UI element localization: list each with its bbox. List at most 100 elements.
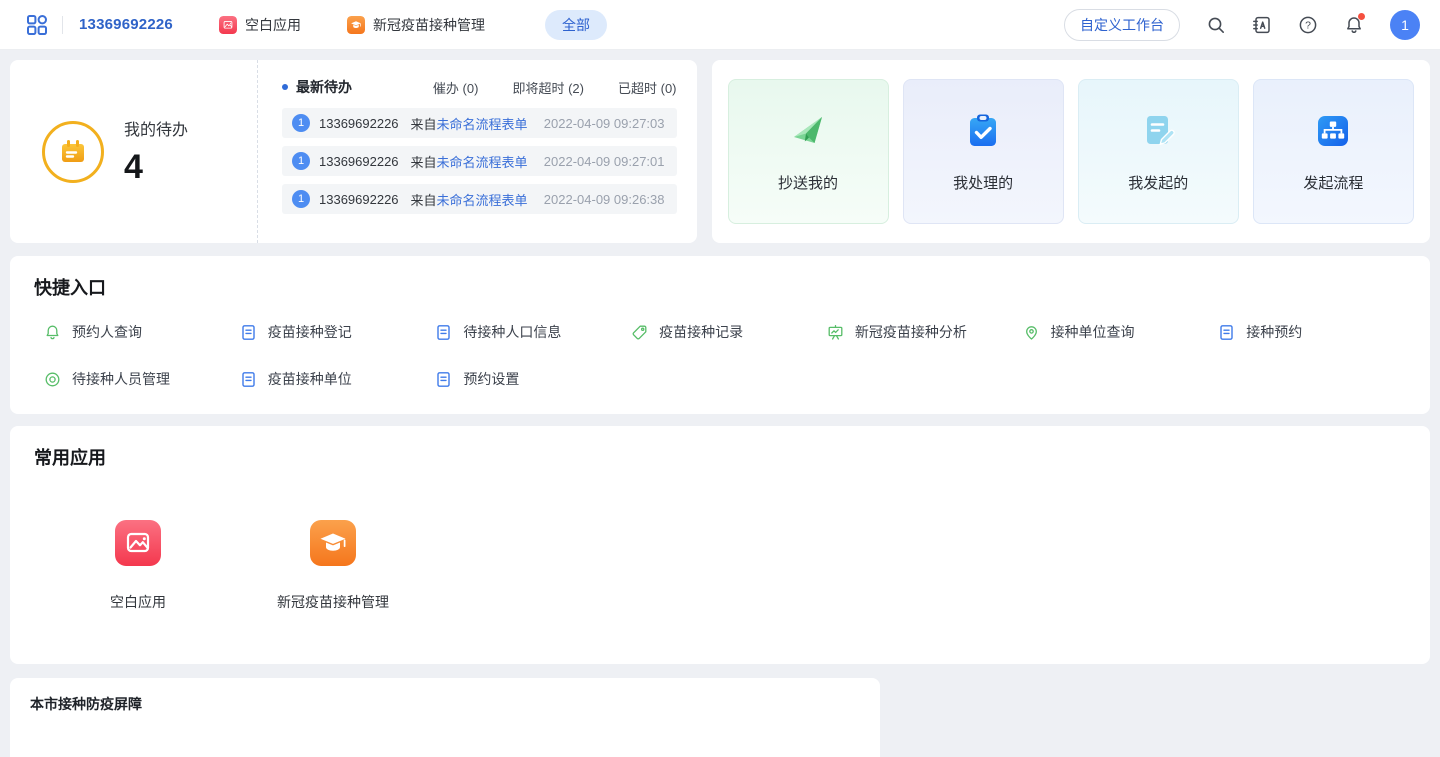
apps-grid-icon[interactable] xyxy=(26,14,48,36)
quick-entry-item[interactable]: 新冠疫苗接种分析 xyxy=(827,322,1023,342)
topbar-app-shortcut[interactable]: 空白应用 xyxy=(219,15,301,35)
todo-summary[interactable]: 我的待办 4 xyxy=(10,60,258,243)
svg-text:?: ? xyxy=(1305,19,1311,31)
flow-action-card[interactable]: 我处理的 xyxy=(903,79,1064,224)
todo-item-badge: 1 xyxy=(292,152,310,170)
frequent-apps-row: 空白应用 新冠疫苗接种管理 xyxy=(34,520,1414,612)
image-app-icon xyxy=(115,520,161,566)
quick-entry-item[interactable]: 待接种人员管理 xyxy=(44,369,240,389)
todo-item-time: 2022-04-09 09:27:01 xyxy=(544,154,665,169)
filter-all-tab[interactable]: 全部 xyxy=(545,10,607,40)
todo-item-form-link[interactable]: 未命名流程表单 xyxy=(437,117,528,132)
todo-tab-count: (0) xyxy=(463,81,479,96)
topbar-app-label: 新冠疫苗接种管理 xyxy=(373,15,485,35)
paper-plane-icon xyxy=(787,110,829,152)
doc-icon xyxy=(240,371,257,388)
main-content: 我的待办 4 最新待办 催办 (0)即将超时 (2)已超时 (0) 1 1336… xyxy=(0,50,1440,757)
todo-item-time: 2022-04-09 09:27:03 xyxy=(544,116,665,131)
quick-entry-item[interactable]: 疫苗接种单位 xyxy=(240,369,436,389)
topbar-app-shortcuts: 空白应用 新冠疫苗接种管理 xyxy=(173,15,485,35)
doc-icon xyxy=(435,371,452,388)
flow-action-label: 我发起的 xyxy=(1128,172,1188,193)
board-chart-icon xyxy=(827,324,844,341)
quick-entry-item[interactable]: 接种预约 xyxy=(1218,322,1414,342)
bullet-dot xyxy=(282,84,288,90)
flow-action-label: 我处理的 xyxy=(953,172,1013,193)
todo-tab-label: 已超时 xyxy=(618,81,657,96)
todo-tab-count: (2) xyxy=(568,81,584,96)
todo-item-user: 13369692226 xyxy=(319,154,399,169)
todo-count: 4 xyxy=(124,148,188,187)
todo-item-source: 来自未命名流程表单 xyxy=(411,152,528,171)
avatar[interactable]: 1 xyxy=(1390,10,1420,40)
topbar-divider xyxy=(62,16,63,34)
app-item-label: 新冠疫苗接种管理 xyxy=(277,592,389,612)
quick-entry-label: 待接种人口信息 xyxy=(463,322,561,342)
flow-action-card[interactable]: 我发起的 xyxy=(1078,79,1239,224)
workspace-phone-link[interactable]: 13369692226 xyxy=(79,16,173,33)
app-item[interactable]: 新冠疫苗接种管理 xyxy=(277,520,389,612)
quick-entry-label: 预约人查询 xyxy=(72,322,142,342)
todo-list-item[interactable]: 1 13369692226 来自未命名流程表单 2022-04-09 09:27… xyxy=(282,146,677,176)
vaccination-barrier-title: 本市接种防疫屏障 xyxy=(30,694,860,714)
quick-entry-item[interactable]: 预约设置 xyxy=(435,369,631,389)
flow-action-label: 抄送我的 xyxy=(778,172,838,193)
quick-entry-label: 新冠疫苗接种分析 xyxy=(855,322,967,342)
org-chart-icon xyxy=(1312,110,1354,152)
todo-item-user: 13369692226 xyxy=(319,116,399,131)
quick-entry-label: 疫苗接种登记 xyxy=(268,322,352,342)
topbar: 13369692226 空白应用 新冠疫苗接种管理 全部 自定义工作台 ? 1 xyxy=(0,0,1440,50)
todo-list-item[interactable]: 1 13369692226 来自未命名流程表单 2022-04-09 09:26… xyxy=(282,184,677,214)
todo-item-source: 来自未命名流程表单 xyxy=(411,114,528,133)
bell-icon xyxy=(44,324,61,341)
quick-entry-item[interactable]: 疫苗接种登记 xyxy=(240,322,436,342)
quick-entry-label: 预约设置 xyxy=(463,369,519,389)
flow-action-card[interactable]: 抄送我的 xyxy=(728,79,889,224)
todo-tabs: 催办 (0) 即将超时 (2) 已超时 (0) xyxy=(433,78,677,97)
quick-entry-item[interactable]: 预约人查询 xyxy=(44,322,240,342)
cap-app-icon xyxy=(347,16,365,34)
flow-actions-card: 抄送我的 我处理的 我发起的 发起流程 xyxy=(712,60,1431,243)
todo-tab-label: 即将超时 xyxy=(512,81,564,96)
todo-item-badge: 1 xyxy=(292,190,310,208)
topbar-app-shortcut[interactable]: 新冠疫苗接种管理 xyxy=(347,15,485,35)
todo-tab[interactable]: 已超时 (0) xyxy=(618,78,677,97)
todo-item-source: 来自未命名流程表单 xyxy=(411,190,528,209)
todo-item-user: 13369692226 xyxy=(319,192,399,207)
contacts-icon[interactable] xyxy=(1252,15,1272,35)
todo-item-form-link[interactable]: 未命名流程表单 xyxy=(437,193,528,208)
vaccination-barrier-card: 本市接种防疫屏障 xyxy=(10,678,880,757)
my-todo-card: 我的待办 4 最新待办 催办 (0)即将超时 (2)已超时 (0) 1 1336… xyxy=(10,60,697,243)
search-icon[interactable] xyxy=(1206,15,1226,35)
app-item[interactable]: 空白应用 xyxy=(82,520,194,612)
topbar-right: 自定义工作台 ? 1 xyxy=(1064,9,1420,41)
flow-action-label: 发起流程 xyxy=(1303,172,1363,193)
doc-icon xyxy=(240,324,257,341)
location-icon xyxy=(1023,324,1040,341)
flow-action-card[interactable]: 发起流程 xyxy=(1253,79,1414,224)
todo-tab[interactable]: 催办 (0) xyxy=(433,78,479,97)
quick-entry-item[interactable]: 疫苗接种记录 xyxy=(631,322,827,342)
doc-edit-icon xyxy=(1137,110,1179,152)
doc-icon xyxy=(435,324,452,341)
customize-workbench-button[interactable]: 自定义工作台 xyxy=(1064,9,1180,41)
todo-tab[interactable]: 即将超时 (2) xyxy=(512,78,584,97)
quick-entry-grid: 预约人查询 疫苗接种登记 待接种人口信息 疫苗接种记录 新冠疫苗接种分析 接种单… xyxy=(34,322,1414,389)
todo-item-time: 2022-04-09 09:26:38 xyxy=(544,192,665,207)
todo-list: 1 13369692226 来自未命名流程表单 2022-04-09 09:27… xyxy=(282,108,677,214)
help-icon[interactable]: ? xyxy=(1298,15,1318,35)
quick-entry-item[interactable]: 接种单位查询 xyxy=(1023,322,1219,342)
image-app-icon xyxy=(219,16,237,34)
notification-dot xyxy=(1358,13,1365,20)
clipboard-check-icon xyxy=(962,110,1004,152)
todo-list-item[interactable]: 1 13369692226 来自未命名流程表单 2022-04-09 09:27… xyxy=(282,108,677,138)
tag-icon xyxy=(631,324,648,341)
doc-icon xyxy=(1218,324,1235,341)
todo-title: 我的待办 xyxy=(124,116,188,140)
todo-item-form-link[interactable]: 未命名流程表单 xyxy=(437,155,528,170)
topbar-app-label: 空白应用 xyxy=(245,15,301,35)
latest-todo-panel: 最新待办 催办 (0)即将超时 (2)已超时 (0) 1 13369692226… xyxy=(258,60,697,243)
bell-icon[interactable] xyxy=(1344,15,1364,35)
quick-entry-label: 待接种人员管理 xyxy=(72,369,170,389)
quick-entry-item[interactable]: 待接种人口信息 xyxy=(435,322,631,342)
